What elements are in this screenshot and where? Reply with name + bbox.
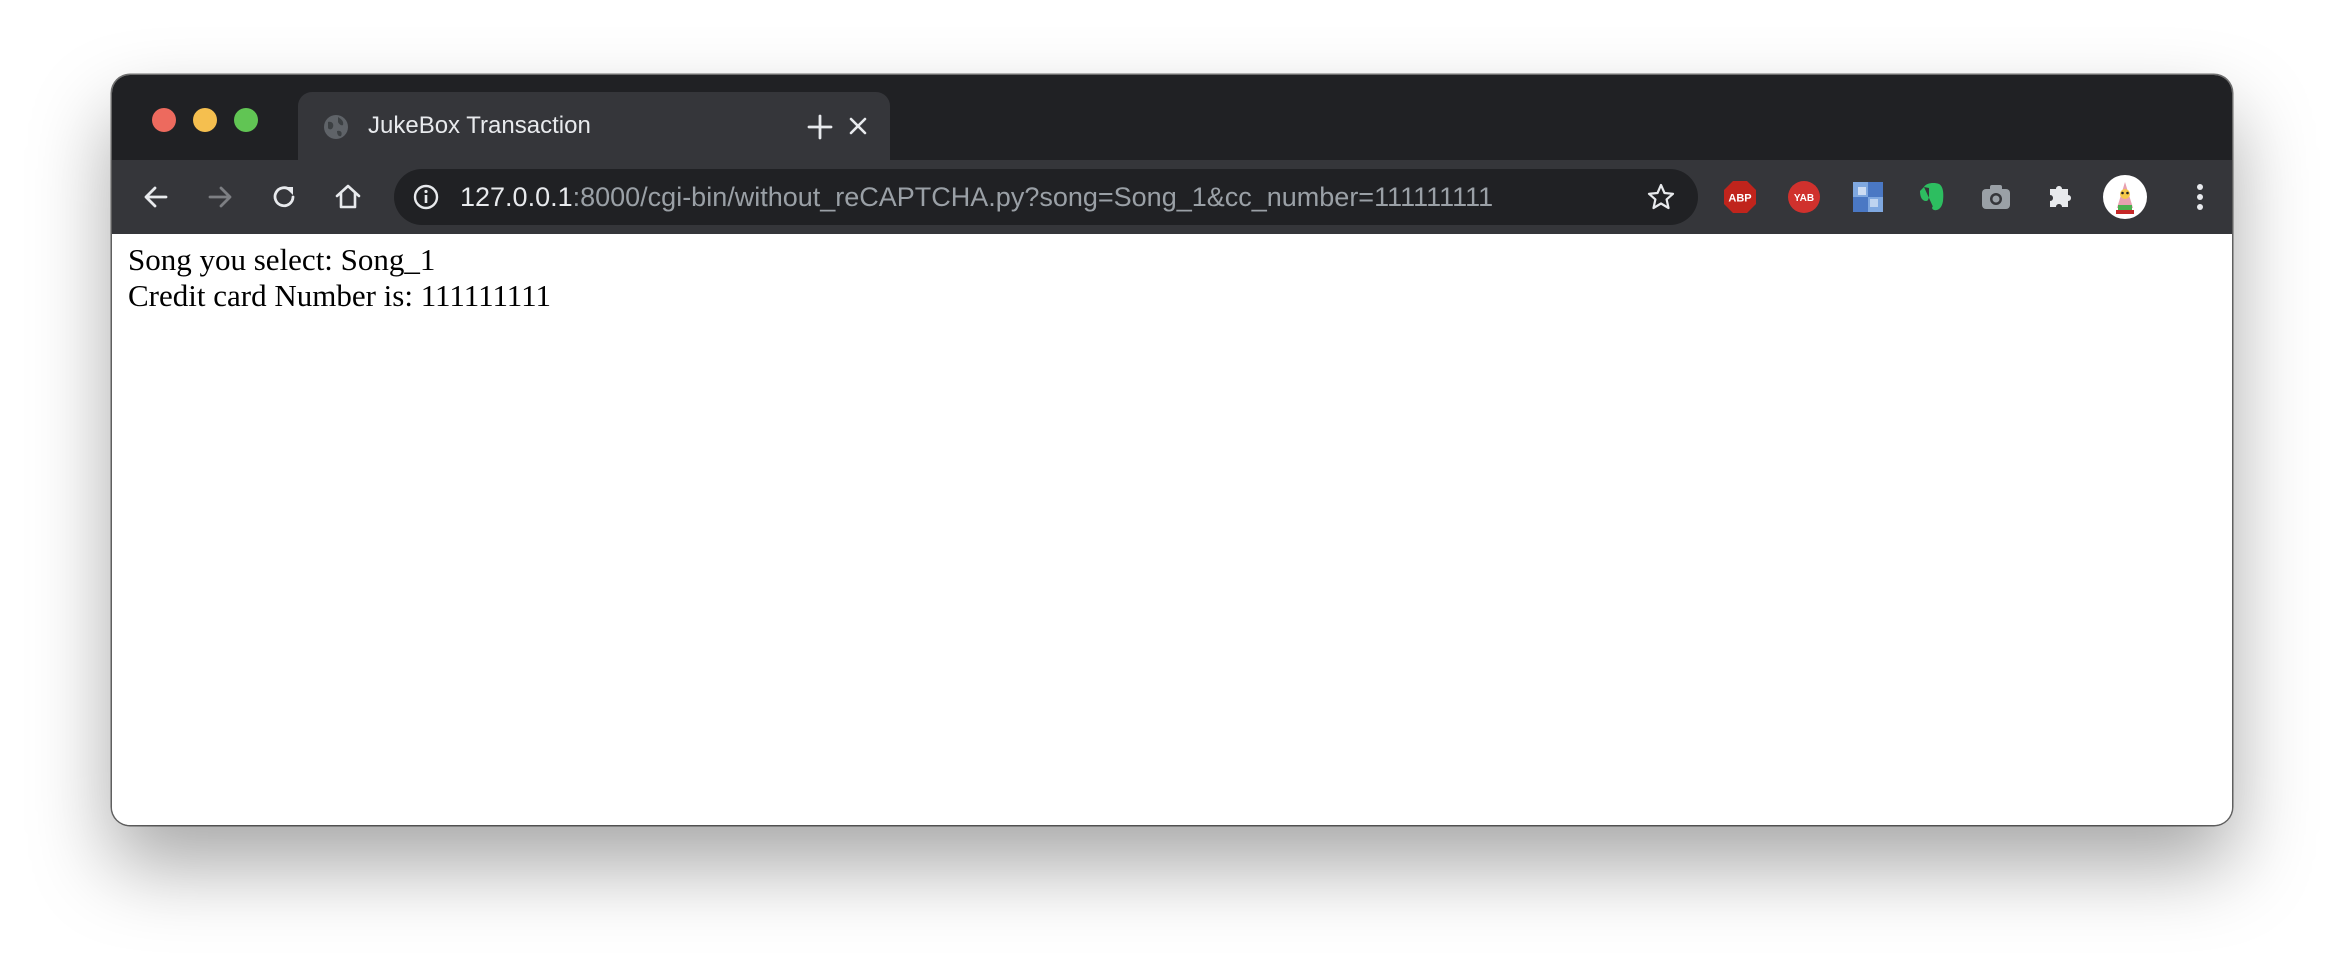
svg-text:YAB: YAB bbox=[1794, 193, 1814, 204]
globe-icon bbox=[324, 115, 348, 139]
browser-toolbar: 127.0.0.1:8000/cgi-bin/without_reCAPTCHA… bbox=[112, 160, 2232, 234]
evernote-icon[interactable] bbox=[1914, 179, 1950, 215]
reload-icon[interactable] bbox=[268, 181, 300, 213]
image-extension-icon[interactable] bbox=[1850, 179, 1886, 215]
arrow-left-icon[interactable] bbox=[140, 181, 172, 213]
avatar[interactable] bbox=[2102, 174, 2148, 220]
new-tab-button[interactable] bbox=[802, 109, 838, 145]
close-icon[interactable] bbox=[844, 112, 872, 140]
camera-icon[interactable] bbox=[1978, 179, 2014, 215]
info-icon[interactable] bbox=[412, 183, 440, 211]
adblock-plus-icon[interactable]: ABP bbox=[1722, 179, 1758, 215]
song-selection-text: Song you select: Song_1 bbox=[128, 242, 436, 277]
puzzle-icon[interactable] bbox=[2042, 179, 2078, 215]
yab-extension-icon[interactable]: YAB bbox=[1786, 179, 1822, 215]
window-maximize-button[interactable] bbox=[234, 108, 258, 132]
browser-window: JukeBox Transaction 127.0.0.1:8000/cgi-b… bbox=[112, 75, 2232, 825]
window-close-button[interactable] bbox=[152, 108, 176, 132]
credit-card-text: Credit card Number is: 111111111 bbox=[128, 278, 551, 313]
svg-text:ABP: ABP bbox=[1728, 193, 1751, 205]
window-minimize-button[interactable] bbox=[193, 108, 217, 132]
url-text[interactable]: 127.0.0.1:8000/cgi-bin/without_reCAPTCHA… bbox=[460, 181, 1493, 213]
kebab-menu-icon[interactable] bbox=[2182, 179, 2218, 215]
star-icon[interactable] bbox=[1646, 182, 1676, 212]
address-bar[interactable]: 127.0.0.1:8000/cgi-bin/without_reCAPTCHA… bbox=[394, 169, 1698, 225]
home-icon[interactable] bbox=[332, 181, 364, 213]
page-content: Song you select: Song_1 Credit card Numb… bbox=[112, 234, 2232, 825]
tab-title: JukeBox Transaction bbox=[368, 112, 591, 139]
url-path: :8000/cgi-bin/without_reCAPTCHA.py?song=… bbox=[572, 182, 1494, 212]
title-bar: JukeBox Transaction bbox=[112, 75, 2232, 160]
url-host: 127.0.0.1 bbox=[460, 182, 573, 212]
arrow-right-icon[interactable] bbox=[204, 181, 236, 213]
